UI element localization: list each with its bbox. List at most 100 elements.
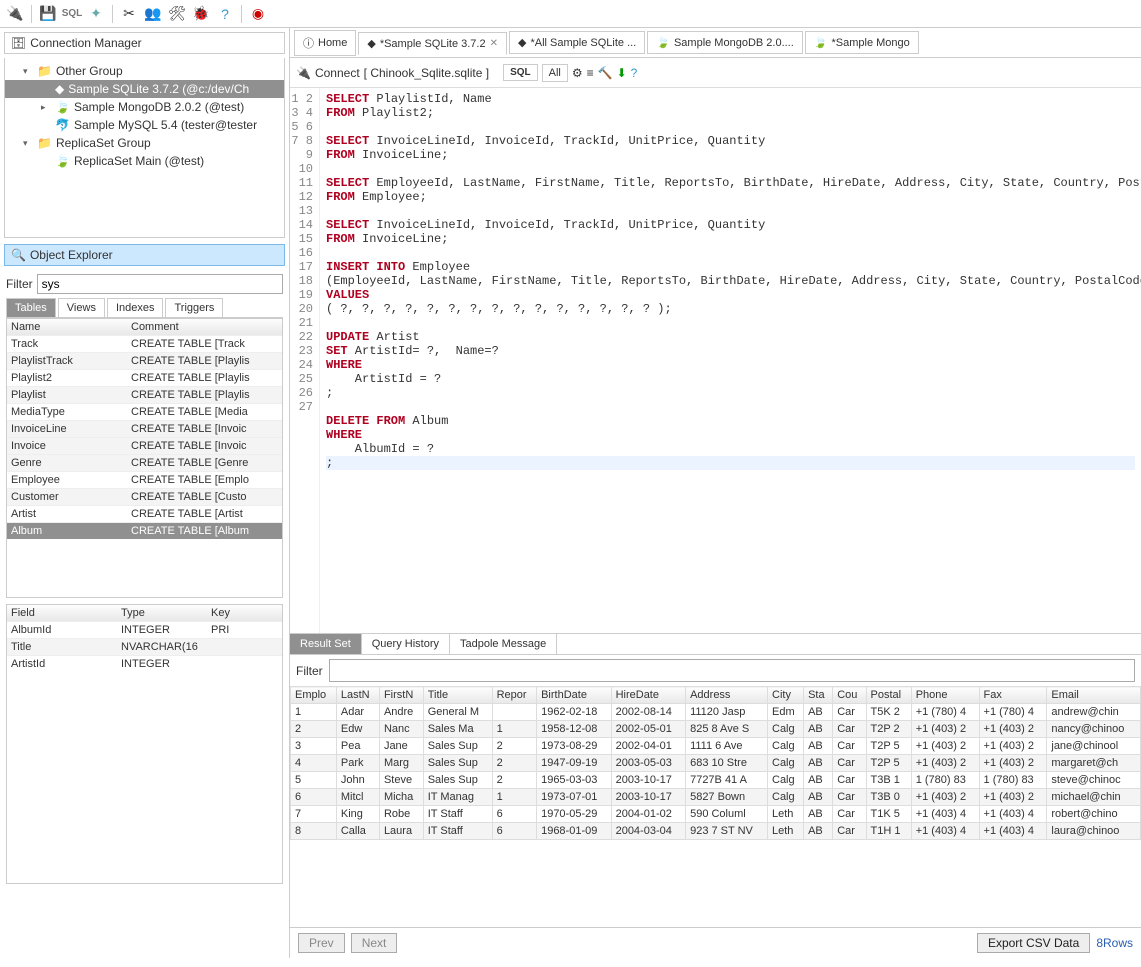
result-row[interactable]: 8CallaLauraIT Staff61968-01-092004-03-04… <box>291 823 1141 840</box>
col-header[interactable]: Email <box>1047 687 1141 704</box>
tools-icon[interactable]: ✂ <box>118 3 140 25</box>
tree-item[interactable]: 🐬Sample MySQL 5.4 (tester@tester <box>5 116 284 134</box>
table-row[interactable]: CustomerCREATE TABLE [Custo <box>7 489 282 506</box>
table-row[interactable]: MediaTypeCREATE TABLE [Media <box>7 404 282 421</box>
filter-input[interactable] <box>37 274 283 294</box>
tab-indexes[interactable]: Indexes <box>107 298 164 317</box>
col-header[interactable]: FirstN <box>379 687 423 704</box>
col-header[interactable]: Cou <box>833 687 866 704</box>
result-grid[interactable]: EmploLastNFirstNTitleReporBirthDateHireD… <box>290 686 1141 927</box>
gear-icon[interactable]: ⚙ <box>572 66 583 80</box>
tree-item[interactable]: ◆Sample SQLite 3.7.2 (@c:/dev/Ch <box>5 80 284 98</box>
col-header[interactable]: LastN <box>336 687 379 704</box>
sql-icon[interactable]: SQL <box>61 3 83 25</box>
col-header[interactable]: BirthDate <box>537 687 612 704</box>
editor-tab[interactable]: ⓘHome <box>294 30 356 56</box>
table-row[interactable]: ArtistCREATE TABLE [Artist <box>7 506 282 523</box>
col-header[interactable]: Repor <box>492 687 536 704</box>
editor-tab[interactable]: ◆*Sample SQLite 3.7.2✕ <box>358 32 507 55</box>
table-row[interactable]: AlbumCREATE TABLE [Album <box>7 523 282 539</box>
col-header[interactable]: Emplo <box>291 687 337 704</box>
field-row[interactable]: ArtistIdINTEGER <box>7 656 282 672</box>
explorer-icon: 🔍 <box>11 248 26 262</box>
result-row[interactable]: 6MitclMichaIT Manag11973-07-012003-10-17… <box>291 789 1141 806</box>
bug-icon[interactable]: 🐞 <box>190 3 212 25</box>
result-footer: Prev Next Export CSV Data 8Rows <box>290 927 1141 958</box>
record-icon[interactable]: ◉ <box>247 3 269 25</box>
result-tab[interactable]: Tadpole Message <box>450 634 557 654</box>
hammer-icon[interactable]: 🔨 <box>598 66 613 80</box>
result-row[interactable]: 1AdarAndreGeneral M1962-02-182002-08-141… <box>291 704 1141 721</box>
result-tabs: Result SetQuery HistoryTadpole Message <box>290 633 1141 655</box>
mongo-icon: 🍃 <box>656 36 670 49</box>
download-icon[interactable]: ⬇ <box>617 66 627 80</box>
save-icon[interactable]: 💾 <box>37 3 59 25</box>
object-explorer-tabs: TablesViewsIndexesTriggers <box>6 298 283 318</box>
help-icon[interactable]: ? <box>214 3 236 25</box>
connection-tree[interactable]: ▾📁Other Group◆Sample SQLite 3.7.2 (@c:/d… <box>4 58 285 238</box>
col-header[interactable]: Address <box>686 687 768 704</box>
table-row[interactable]: PlaylistTrackCREATE TABLE [Playlis <box>7 353 282 370</box>
tab-tables[interactable]: Tables <box>6 298 56 317</box>
connect-icon: 🔌 <box>296 66 311 80</box>
close-icon[interactable]: ✕ <box>490 38 498 49</box>
col-header[interactable]: Fax <box>979 687 1047 704</box>
next-button[interactable]: Next <box>351 933 398 953</box>
export-csv-button[interactable]: Export CSV Data <box>977 933 1090 953</box>
editor-tab[interactable]: 🍃*Sample Mongo <box>805 31 919 54</box>
sql-all-icon: ◆ <box>518 36 526 49</box>
sql-editor[interactable]: 1 2 3 4 5 6 7 8 9 10 11 12 13 14 15 16 1… <box>290 88 1141 633</box>
tree-item[interactable]: ▸🍃Sample MongoDB 2.0.2 (@test) <box>5 98 284 116</box>
settings-icon[interactable]: 🛠 <box>166 3 188 25</box>
sql-icon: ◆ <box>367 37 375 50</box>
connect-label[interactable]: Connect <box>315 66 360 80</box>
all-chip[interactable]: All <box>542 64 568 82</box>
result-filter-label: Filter <box>296 664 323 678</box>
field-row[interactable]: AlbumIdINTEGERPRI <box>7 622 282 639</box>
col-header[interactable]: Postal <box>866 687 911 704</box>
tables-list[interactable]: NameCommentTrackCREATE TABLE [TrackPlayl… <box>6 318 283 598</box>
editor-tabs: ⓘHome◆*Sample SQLite 3.7.2✕◆*All Sample … <box>290 28 1141 58</box>
connection-manager-title: Connection Manager <box>30 36 141 50</box>
col-header[interactable]: HireDate <box>611 687 686 704</box>
result-tab[interactable]: Result Set <box>290 634 362 654</box>
sql-chip[interactable]: SQL <box>503 64 538 81</box>
home-icon: ⓘ <box>303 35 314 51</box>
result-row[interactable]: 4ParkMargSales Sup21947-09-192003-05-036… <box>291 755 1141 772</box>
tab-views[interactable]: Views <box>58 298 105 317</box>
fields-list[interactable]: FieldTypeKeyAlbumIdINTEGERPRITitleNVARCH… <box>6 604 283 884</box>
connect-icon[interactable]: 🔌 <box>4 3 26 25</box>
table-row[interactable]: InvoiceLineCREATE TABLE [Invoic <box>7 421 282 438</box>
table-row[interactable]: TrackCREATE TABLE [Track <box>7 336 282 353</box>
mongo-icon: 🍃 <box>814 36 828 49</box>
table-row[interactable]: InvoiceCREATE TABLE [Invoic <box>7 438 282 455</box>
tab-triggers[interactable]: Triggers <box>165 298 223 317</box>
table-row[interactable]: EmployeeCREATE TABLE [Emplo <box>7 472 282 489</box>
run-icon[interactable]: ✦ <box>85 3 107 25</box>
format-icon[interactable]: ≡ <box>587 66 594 80</box>
result-row[interactable]: 7KingRobeIT Staff61970-05-292004-01-0259… <box>291 806 1141 823</box>
table-row[interactable]: Playlist2CREATE TABLE [Playlis <box>7 370 282 387</box>
tree-item[interactable]: 🍃ReplicaSet Main (@test) <box>5 152 284 170</box>
right-pane: ⓘHome◆*Sample SQLite 3.7.2✕◆*All Sample … <box>290 28 1141 958</box>
result-row[interactable]: 5JohnSteveSales Sup21965-03-032003-10-17… <box>291 772 1141 789</box>
users-icon[interactable]: 👥 <box>142 3 164 25</box>
result-row[interactable]: 2EdwNancSales Ma11958-12-082002-05-01825… <box>291 721 1141 738</box>
prev-button[interactable]: Prev <box>298 933 345 953</box>
table-row[interactable]: PlaylistCREATE TABLE [Playlis <box>7 387 282 404</box>
col-header[interactable]: Title <box>423 687 492 704</box>
col-header[interactable]: City <box>768 687 804 704</box>
left-pane: 🗄 Connection Manager ▾📁Other Group◆Sampl… <box>0 28 290 958</box>
editor-tab[interactable]: ◆*All Sample SQLite ... <box>509 31 645 54</box>
table-row[interactable]: GenreCREATE TABLE [Genre <box>7 455 282 472</box>
result-tab[interactable]: Query History <box>362 634 450 654</box>
col-header[interactable]: Phone <box>911 687 979 704</box>
result-filter-input[interactable] <box>329 659 1135 682</box>
tree-group[interactable]: ▾📁ReplicaSet Group <box>5 134 284 152</box>
field-row[interactable]: TitleNVARCHAR(16 <box>7 639 282 656</box>
tree-group[interactable]: ▾📁Other Group <box>5 62 284 80</box>
editor-tab[interactable]: 🍃Sample MongoDB 2.0.... <box>647 31 803 54</box>
col-header[interactable]: Sta <box>804 687 833 704</box>
help-icon[interactable]: ? <box>631 66 638 80</box>
result-row[interactable]: 3PeaJaneSales Sup21973-08-292002-04-0111… <box>291 738 1141 755</box>
